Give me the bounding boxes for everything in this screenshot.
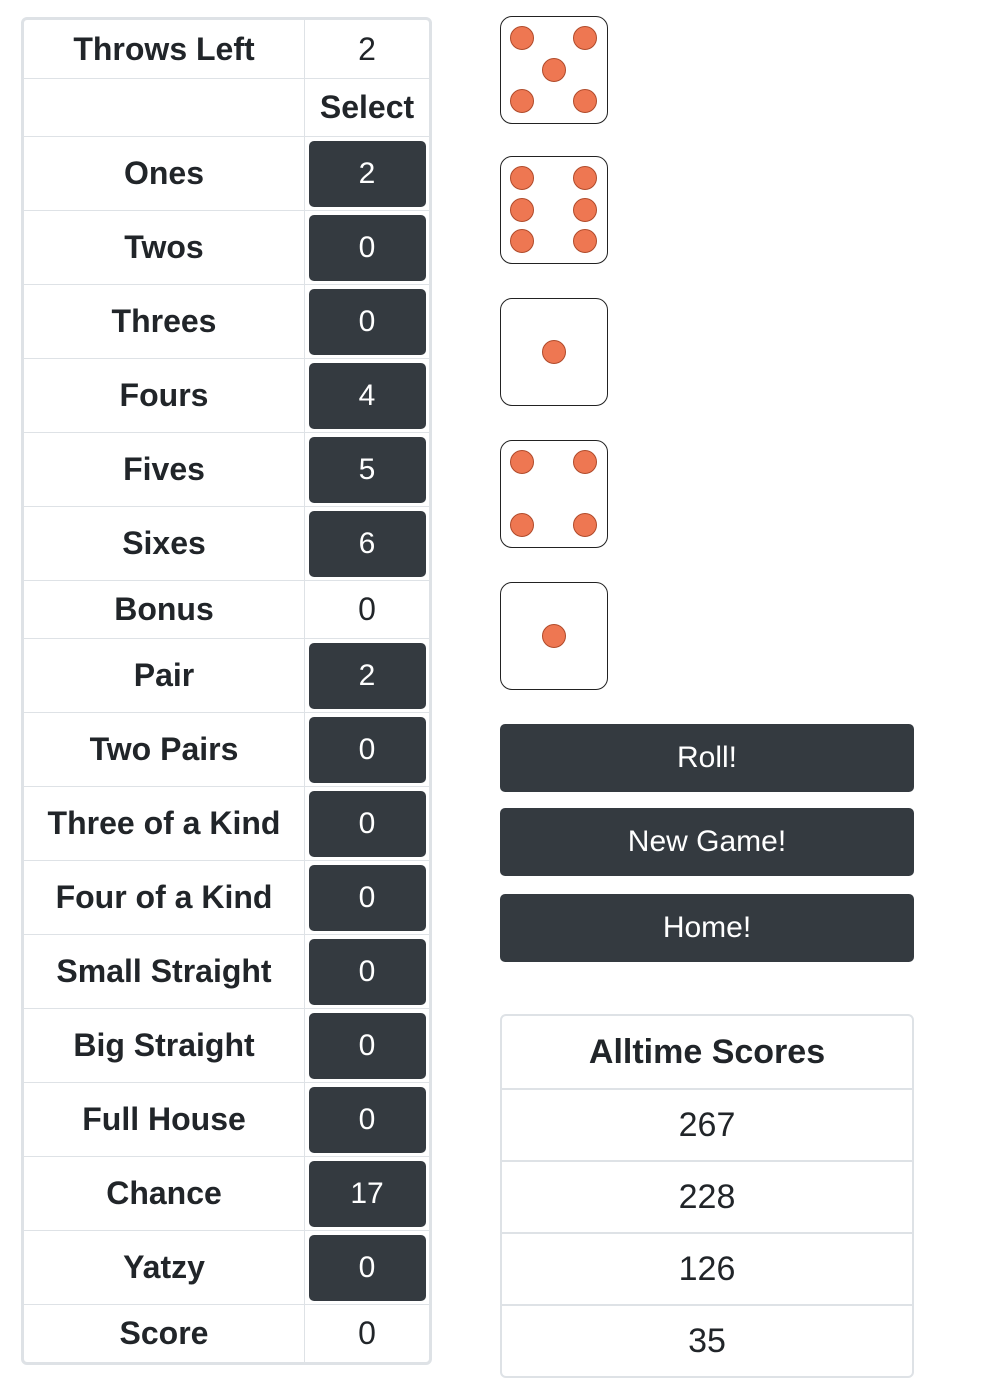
select-four-of-a-kind-button[interactable]: 0 [308,864,426,931]
score-table: Throws Left 2 Select Ones 2 Twos 0 Three… [21,17,432,1365]
select-fives-button[interactable]: 5 [308,436,426,503]
select-fours-button[interactable]: 4 [308,362,426,429]
die-1[interactable] [500,16,608,124]
score-row-two-pairs: Two Pairs 0 [24,712,429,786]
die-pip [510,513,534,537]
die-pip [573,513,597,537]
throws-left-row: Throws Left 2 [24,20,429,78]
die-pip [510,197,534,222]
select-ones-button[interactable]: 2 [308,140,426,207]
select-big-straight-button[interactable]: 0 [308,1012,426,1079]
select-yatzy-button[interactable]: 0 [308,1234,426,1301]
category-label: Fives [24,433,305,506]
bonus-row: Bonus 0 [24,580,429,638]
score-row-sixes: Sixes 6 [24,506,429,580]
score-row-fours: Fours 4 [24,358,429,432]
bonus-label: Bonus [24,581,305,638]
score-row-ones: Ones 2 [24,136,429,210]
select-chance-button[interactable]: 17 [308,1160,426,1227]
category-label: Sixes [24,507,305,580]
select-small-straight-button[interactable]: 0 [308,938,426,1005]
category-label: Four of a Kind [24,861,305,934]
score-row-chance: Chance 17 [24,1156,429,1230]
die-2[interactable] [500,156,608,264]
die-5[interactable] [500,582,608,690]
die-pip [573,26,597,50]
alltime-score-row: 267 [502,1088,912,1160]
die-pip [541,623,566,648]
score-row-big-straight: Big Straight 0 [24,1008,429,1082]
throws-left-label: Throws Left [24,20,305,78]
die-pip [573,450,597,474]
category-label: Full House [24,1083,305,1156]
score-label: Score [24,1305,305,1362]
alltime-score-row: 126 [502,1232,912,1304]
score-row-twos: Twos 0 [24,210,429,284]
select-threes-button[interactable]: 0 [308,288,426,355]
die-pip [510,450,534,474]
score-row-four-of-a-kind: Four of a Kind 0 [24,860,429,934]
select-header-row: Select [24,78,429,136]
category-label: Fours [24,359,305,432]
alltime-score-row: 35 [502,1304,912,1376]
category-label: Twos [24,211,305,284]
score-row-full-house: Full House 0 [24,1082,429,1156]
die-pip [510,89,534,113]
select-sixes-button[interactable]: 6 [308,510,426,577]
select-header: Select [319,89,415,125]
alltime-scores-table: Alltime Scores 267 228 126 35 [500,1014,914,1378]
empty-header-cell [24,79,305,136]
select-twos-button[interactable]: 0 [308,214,426,281]
total-score-row: Score 0 [24,1304,429,1362]
die-pip [510,26,534,50]
alltime-scores-title: Alltime Scores [588,1032,826,1071]
select-two-pairs-button[interactable]: 0 [308,716,426,783]
category-label: Threes [24,285,305,358]
score-row-pair: Pair 2 [24,638,429,712]
die-pip [541,57,566,82]
home-button[interactable]: Home! [500,894,914,962]
score-row-small-straight: Small Straight 0 [24,934,429,1008]
throws-left-value: 2 [358,30,376,67]
category-label: Small Straight [24,935,305,1008]
select-pair-button[interactable]: 2 [308,642,426,709]
category-label: Yatzy [24,1231,305,1304]
die-pip [510,166,534,190]
score-row-fives: Fives 5 [24,432,429,506]
die-pip [573,197,597,222]
bonus-value: 0 [358,591,376,627]
score-row-yatzy: Yatzy 0 [24,1230,429,1304]
die-pip [573,166,597,190]
select-full-house-button[interactable]: 0 [308,1086,426,1153]
roll-button[interactable]: Roll! [500,724,914,792]
new-game-button[interactable]: New Game! [500,808,914,876]
category-label: Ones [24,137,305,210]
category-label: Two Pairs [24,713,305,786]
category-label: Chance [24,1157,305,1230]
score-row-three-of-a-kind: Three of a Kind 0 [24,786,429,860]
score-value: 0 [358,1315,376,1351]
die-3[interactable] [500,298,608,406]
select-three-of-a-kind-button[interactable]: 0 [308,790,426,857]
die-pip [573,89,597,113]
die-4[interactable] [500,440,608,548]
die-pip [573,229,597,253]
die-pip [541,339,566,364]
die-pip [510,229,534,253]
score-row-threes: Threes 0 [24,284,429,358]
category-label: Three of a Kind [24,787,305,860]
category-label: Big Straight [24,1009,305,1082]
alltime-score-row: 228 [502,1160,912,1232]
category-label: Pair [24,639,305,712]
